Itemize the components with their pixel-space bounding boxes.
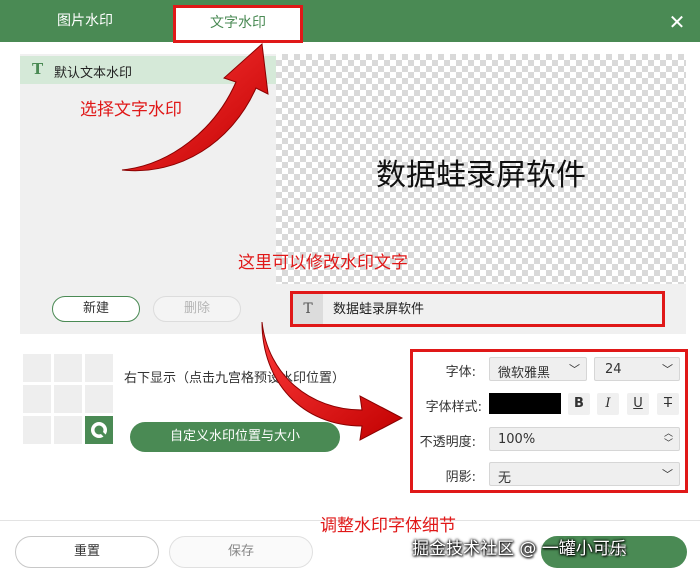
annotation-arrows: [121, 42, 404, 441]
arrow-to-tab: [121, 42, 269, 172]
arrow-to-settings: [261, 321, 404, 441]
